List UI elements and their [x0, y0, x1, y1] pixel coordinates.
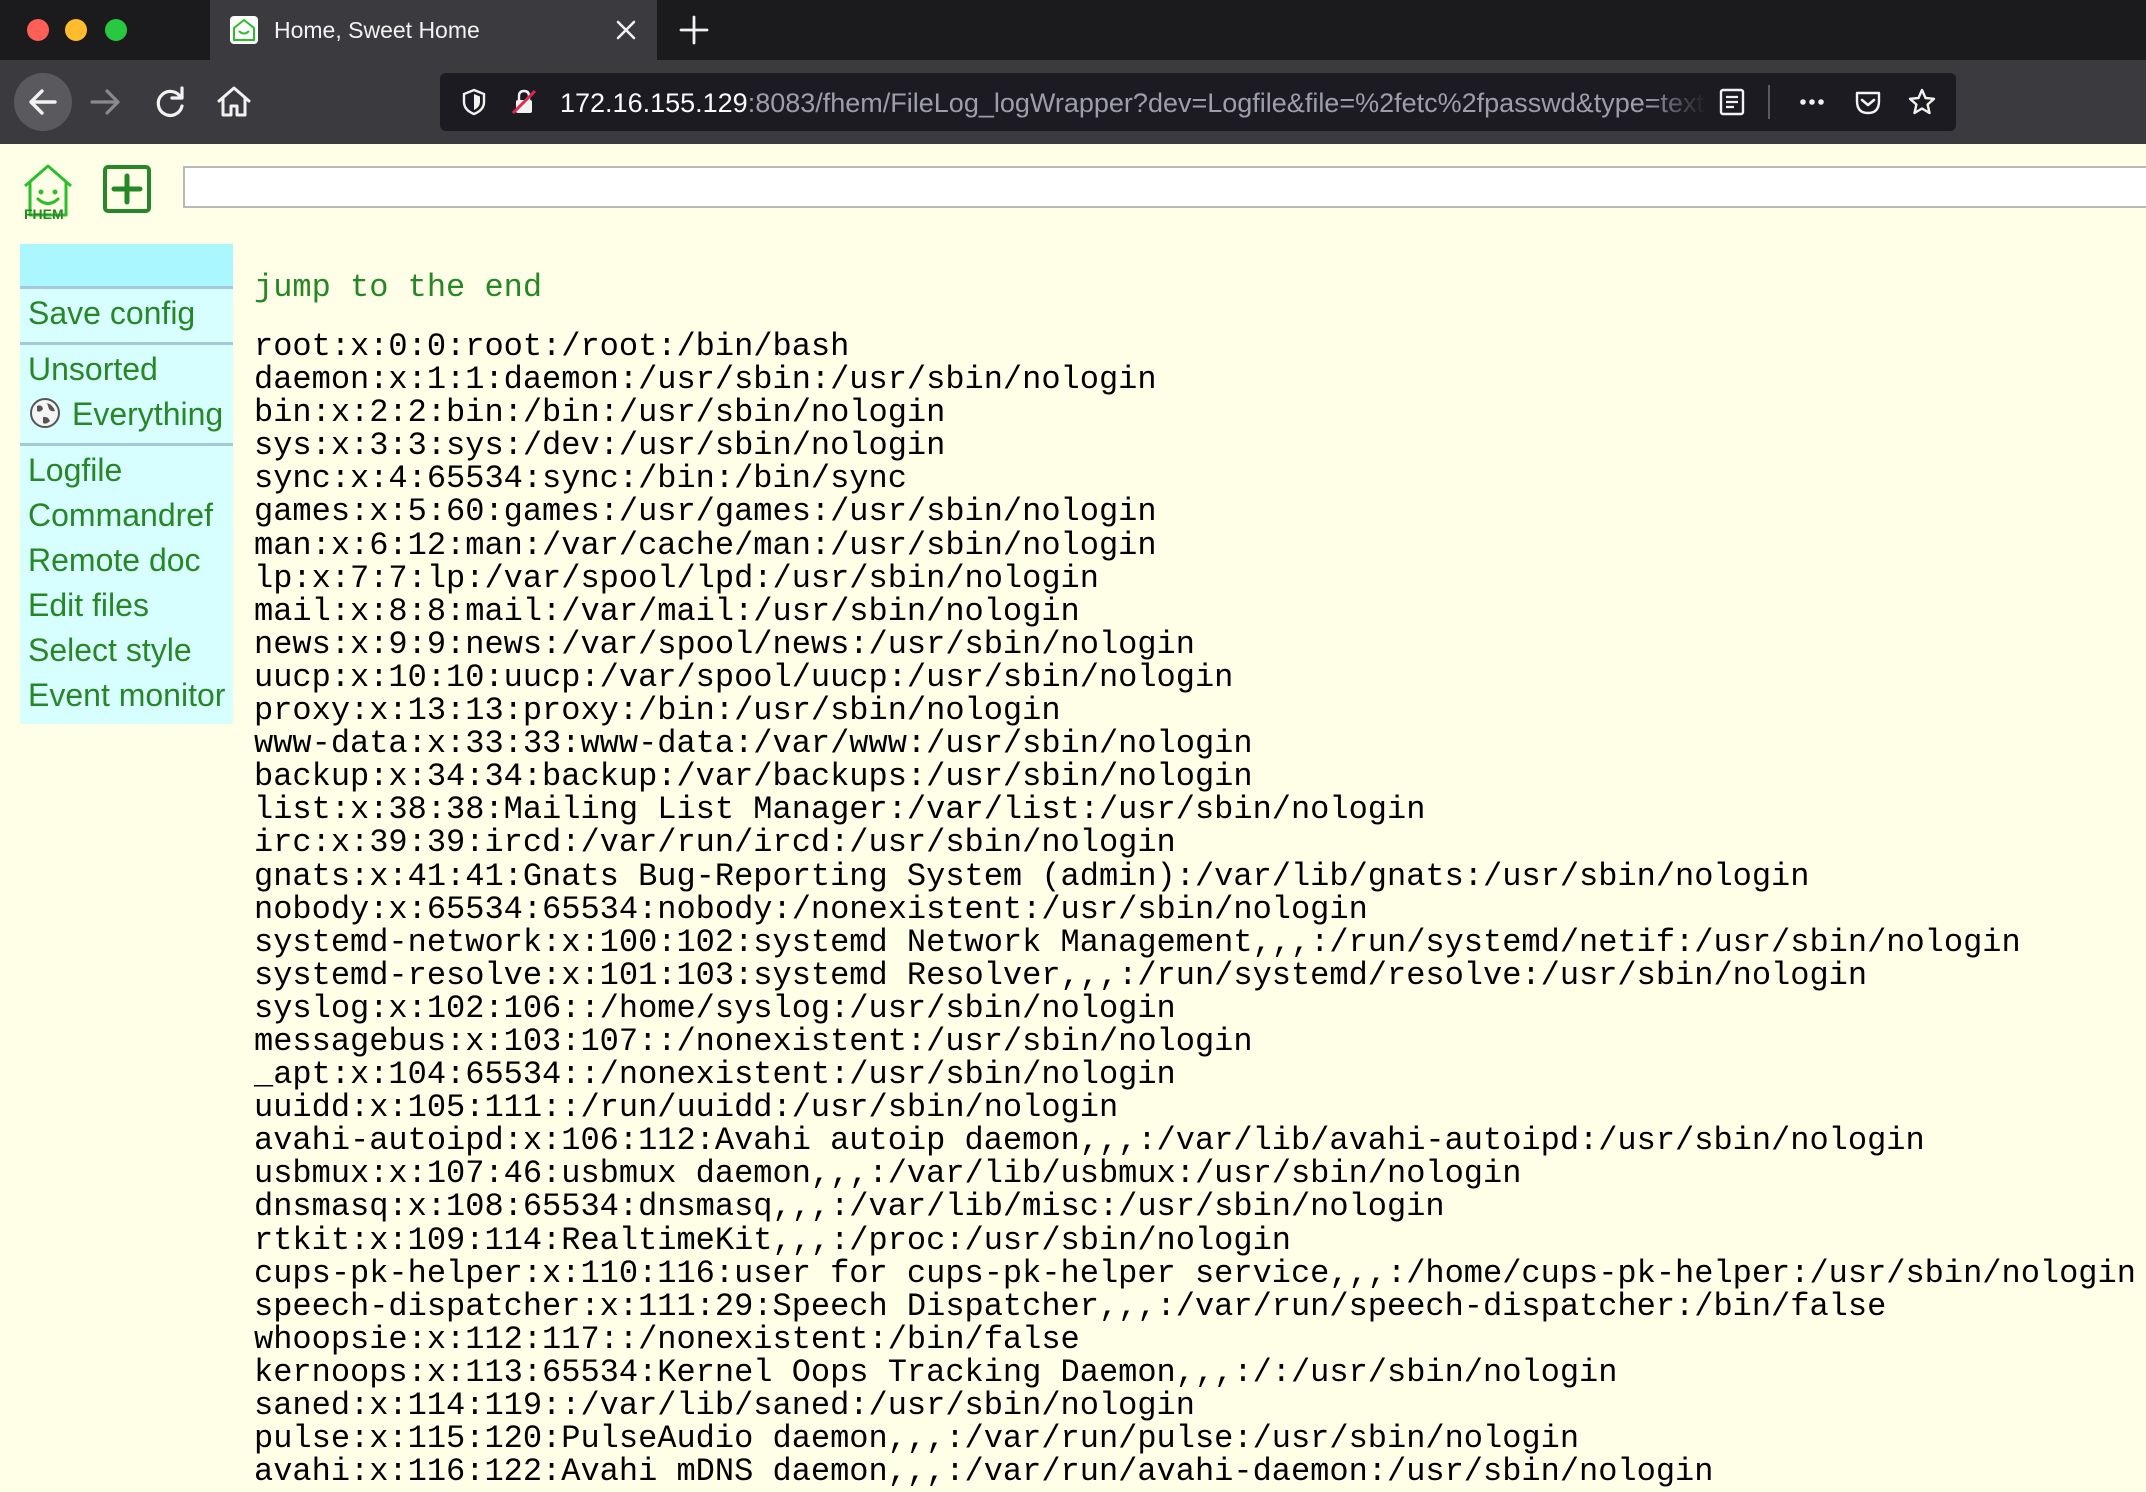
log-content: jump to the end root:x:0:0:root:/root:/b… — [254, 266, 2136, 1488]
home-icon[interactable] — [208, 76, 260, 128]
menu-item-remote-doc[interactable]: Remote doc — [20, 538, 233, 583]
url-separator — [1768, 85, 1770, 119]
add-icon[interactable] — [102, 164, 152, 214]
browser-tab-bar: Home, Sweet Home — [0, 0, 2146, 60]
url-bar-actions — [1646, 73, 1956, 131]
log-line: irc:x:39:39:ircd:/var/run/ircd:/usr/sbin… — [254, 824, 1176, 862]
log-line: systemd-network:x:100:102:systemd Networ… — [254, 923, 2021, 961]
menu-item-everything-label: Everything — [72, 396, 224, 432]
log-line: rtkit:x:109:114:RealtimeKit,,,:/proc:/us… — [254, 1221, 1291, 1259]
fhem-logo-text: FHEM — [24, 206, 64, 222]
log-line: speech-dispatcher:x:111:29:Speech Dispat… — [254, 1287, 1887, 1325]
menu-item-everything[interactable]: Everything — [20, 392, 233, 437]
log-line: www-data:x:33:33:www-data:/var/www:/usr/… — [254, 725, 1253, 763]
menu-group-save: Save config — [20, 286, 233, 342]
log-line: daemon:x:1:1:daemon:/usr/sbin:/usr/sbin/… — [254, 361, 1157, 399]
log-line: whoopsie:x:112:117::/nonexistent:/bin/fa… — [254, 1320, 1080, 1358]
menu-group-tools: Logfile Commandref Remote doc Edit files… — [20, 443, 233, 724]
log-line: list:x:38:38:Mailing List Manager:/var/l… — [254, 791, 1426, 829]
log-line: nobody:x:65534:65534:nobody:/nonexistent… — [254, 890, 1368, 928]
log-line: avahi-autoipd:x:106:112:Avahi autoip dae… — [254, 1122, 1925, 1160]
back-arrow-icon[interactable] — [14, 73, 72, 131]
url-path: :8083/fhem/FileLog_logWrapper?dev=Logfil… — [747, 88, 1705, 118]
menu-group-rooms: Unsorted Everything — [20, 342, 233, 443]
log-line: pulse:x:115:120:PulseAudio daemon,,,:/va… — [254, 1420, 1580, 1458]
log-line: sync:x:4:65534:sync:/bin:/bin/sync — [254, 460, 907, 498]
menu-item-edit-files[interactable]: Edit files — [20, 583, 233, 628]
log-line: gnats:x:41:41:Gnats Bug-Reporting System… — [254, 857, 1810, 895]
log-line: syslog:x:102:106::/home/syslog:/usr/sbin… — [254, 989, 1176, 1027]
window-zoom-button[interactable] — [105, 19, 127, 41]
star-icon[interactable] — [1906, 86, 1938, 118]
more-dots-icon[interactable] — [1796, 86, 1828, 118]
log-line: avahi:x:116:122:Avahi mDNS daemon,,,:/va… — [254, 1453, 1714, 1491]
menu-item-event-monitor[interactable]: Event monitor — [20, 673, 233, 718]
log-line: dnsmasq:x:108:65534:dnsmasq,,,:/var/lib/… — [254, 1188, 1445, 1226]
log-text: root:x:0:0:root:/root:/bin/bash daemon:x:… — [254, 330, 2136, 1488]
log-line: saned:x:114:119::/var/lib/saned:/usr/sbi… — [254, 1387, 1195, 1424]
forward-arrow-icon[interactable] — [80, 76, 132, 128]
new-tab-icon[interactable] — [676, 12, 712, 48]
menu-item-save-config[interactable]: Save config — [20, 291, 233, 336]
side-menu: Save config Unsorted Everything Logfile … — [20, 244, 233, 724]
fhem-favicon-icon — [230, 16, 258, 44]
log-line: kernoops:x:113:65534:Kernel Oops Trackin… — [254, 1353, 1618, 1391]
log-line: bin:x:2:2:bin:/bin:/usr/sbin/nologin — [254, 394, 946, 432]
log-line: mail:x:8:8:mail:/var/mail:/usr/sbin/nolo… — [254, 592, 1080, 630]
menu-item-logfile[interactable]: Logfile — [20, 448, 233, 493]
browser-tab-active[interactable]: Home, Sweet Home — [210, 0, 657, 60]
window-close-button[interactable] — [27, 19, 49, 41]
log-line: backup:x:34:34:backup:/var/backups:/usr/… — [254, 758, 1253, 796]
log-line: uucp:x:10:10:uucp:/var/spool/uucp:/usr/s… — [254, 658, 1234, 696]
log-line: news:x:9:9:news:/var/spool/news:/usr/sbi… — [254, 625, 1195, 663]
log-line: messagebus:x:103:107::/nonexistent:/usr/… — [254, 1022, 1253, 1060]
browser-toolbar: 172.16.155.129:8083/fhem/FileLog_logWrap… — [0, 60, 2146, 144]
log-line: _apt:x:104:65534::/nonexistent:/usr/sbin… — [254, 1056, 1176, 1094]
window-minimize-button[interactable] — [65, 19, 87, 41]
log-line: uuidd:x:105:111::/run/uuidd:/usr/sbin/no… — [254, 1089, 1119, 1127]
tab-title: Home, Sweet Home — [274, 17, 480, 43]
fhem-page: FHEM Save config Unsorted Everything Log… — [0, 144, 2146, 1492]
url-bar[interactable]: 172.16.155.129:8083/fhem/FileLog_logWrap… — [440, 73, 1956, 131]
url-fade — [1646, 73, 1706, 131]
log-line: proxy:x:13:13:proxy:/bin:/usr/sbin/nolog… — [254, 692, 1061, 730]
pocket-icon[interactable] — [1852, 86, 1884, 118]
log-line: usbmux:x:107:46:usbmux daemon,,,:/var/li… — [254, 1155, 1522, 1193]
menu-item-select-style[interactable]: Select style — [20, 628, 233, 673]
menu-item-commandref[interactable]: Commandref — [20, 493, 233, 538]
insecure-lock-icon[interactable] — [508, 86, 540, 118]
log-line: sys:x:3:3:sys:/dev:/usr/sbin/nologin — [254, 427, 946, 465]
log-line: games:x:5:60:games:/usr/games:/usr/sbin/… — [254, 493, 1157, 531]
shield-icon[interactable] — [458, 86, 490, 118]
log-line: man:x:6:12:man:/var/cache/man:/usr/sbin/… — [254, 526, 1157, 564]
menu-item-unsorted[interactable]: Unsorted — [20, 347, 233, 392]
reload-icon[interactable] — [144, 76, 196, 128]
globe-icon — [28, 396, 62, 430]
log-line: lp:x:7:7:lp:/var/spool/lpd:/usr/sbin/nol… — [254, 559, 1099, 597]
log-line: cups-pk-helper:x:110:116:user for cups-p… — [254, 1254, 2136, 1292]
menu-header — [20, 244, 233, 286]
tab-close-icon[interactable] — [610, 14, 642, 46]
log-line: root:x:0:0:root:/root:/bin/bash — [254, 328, 850, 365]
command-input[interactable] — [183, 166, 2146, 208]
url-host: 172.16.155.129 — [560, 88, 748, 118]
reader-view-icon[interactable] — [1716, 86, 1748, 118]
log-line: systemd-resolve:x:101:103:systemd Resolv… — [254, 956, 1868, 994]
jump-to-end-link[interactable]: jump to the end — [254, 269, 542, 306]
